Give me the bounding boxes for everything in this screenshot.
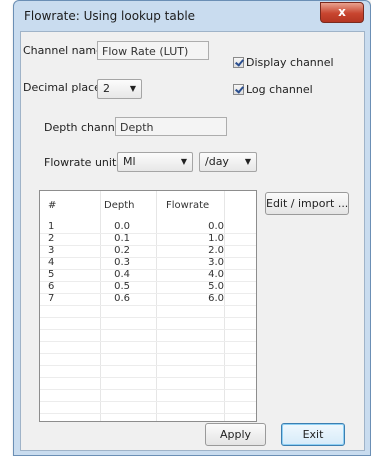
chevron-down-icon: ▼ — [180, 157, 187, 166]
log-channel-checkbox[interactable]: Log channel — [233, 83, 313, 96]
display-channel-label: Display channel — [246, 56, 334, 69]
dialog-body: Channel name Flow Rate (LUT) Display cha… — [20, 31, 365, 451]
decimal-places-value: 2 — [103, 82, 110, 95]
apply-button[interactable]: Apply — [205, 423, 266, 446]
depth-channel-field[interactable]: Depth — [115, 117, 227, 136]
cell-index: 4 — [48, 257, 55, 268]
cell-flowrate: 3.0 — [208, 257, 224, 268]
cell-depth: 0.5 — [114, 281, 130, 292]
chevron-down-icon: ▼ — [244, 157, 251, 166]
lookup-table[interactable]: # Depth Flowrate 1 0.0 0.0 2 0.1 1.0 3 0.2 2.0 4 0… — [39, 190, 257, 422]
cell-flowrate: 5.0 — [208, 281, 224, 292]
decimal-places-label: Decimal places — [23, 81, 107, 94]
decimal-places-select[interactable]: 2 ▼ — [97, 79, 142, 99]
log-channel-label: Log channel — [246, 83, 313, 96]
cell-index: 1 — [48, 221, 55, 232]
channel-name-label: Channel name — [23, 44, 103, 57]
column-header-flowrate: Flowrate — [166, 200, 210, 211]
cell-depth: 0.3 — [114, 257, 130, 268]
cell-depth: 0.0 — [114, 221, 130, 232]
cell-flowrate: 0.0 — [208, 221, 224, 232]
cell-depth: 0.1 — [114, 233, 130, 244]
flowrate-per-select[interactable]: /day ▼ — [199, 152, 257, 172]
cell-index: 3 — [48, 245, 55, 256]
window-title: Flowrate: Using lookup table — [24, 9, 196, 23]
close-icon: x — [338, 5, 346, 19]
channel-name-field[interactable]: Flow Rate (LUT) — [97, 41, 209, 60]
depth-channel-label: Depth channel — [44, 121, 125, 134]
cell-depth: 0.2 — [114, 245, 130, 256]
cell-flowrate: 2.0 — [208, 245, 224, 256]
cell-flowrate: 6.0 — [208, 293, 224, 304]
close-button[interactable]: x — [320, 2, 364, 23]
cell-flowrate: 4.0 — [208, 269, 224, 280]
flowrate-dialog: Flowrate: Using lookup table x Channel n… — [13, 0, 371, 456]
cell-index: 2 — [48, 233, 55, 244]
cell-depth: 0.4 — [114, 269, 130, 280]
chevron-down-icon: ▼ — [129, 84, 136, 93]
flowrate-per-value: /day — [205, 155, 229, 168]
cell-index: 7 — [48, 293, 55, 304]
display-channel-checkbox[interactable]: Display channel — [233, 56, 334, 69]
checkmark-icon — [233, 84, 244, 95]
column-header-depth: Depth — [104, 200, 135, 211]
cell-index: 5 — [48, 269, 55, 280]
flowrate-unit-value: Ml — [123, 155, 136, 168]
cell-depth: 0.6 — [114, 293, 130, 304]
column-header-index: # — [48, 200, 57, 211]
cell-index: 6 — [48, 281, 55, 292]
empty-table-row — [40, 401, 256, 414]
checkmark-icon — [233, 57, 244, 68]
table-header: # Depth Flowrate — [40, 191, 256, 219]
cell-flowrate: 1.0 — [208, 233, 224, 244]
title-bar[interactable]: Flowrate: Using lookup table x — [14, 1, 370, 31]
edit-import-button[interactable]: Edit / import ... — [265, 192, 349, 215]
exit-button[interactable]: Exit — [281, 423, 345, 446]
flowrate-unit-select[interactable]: Ml ▼ — [117, 152, 193, 172]
flowrate-units-label: Flowrate units — [44, 156, 122, 169]
